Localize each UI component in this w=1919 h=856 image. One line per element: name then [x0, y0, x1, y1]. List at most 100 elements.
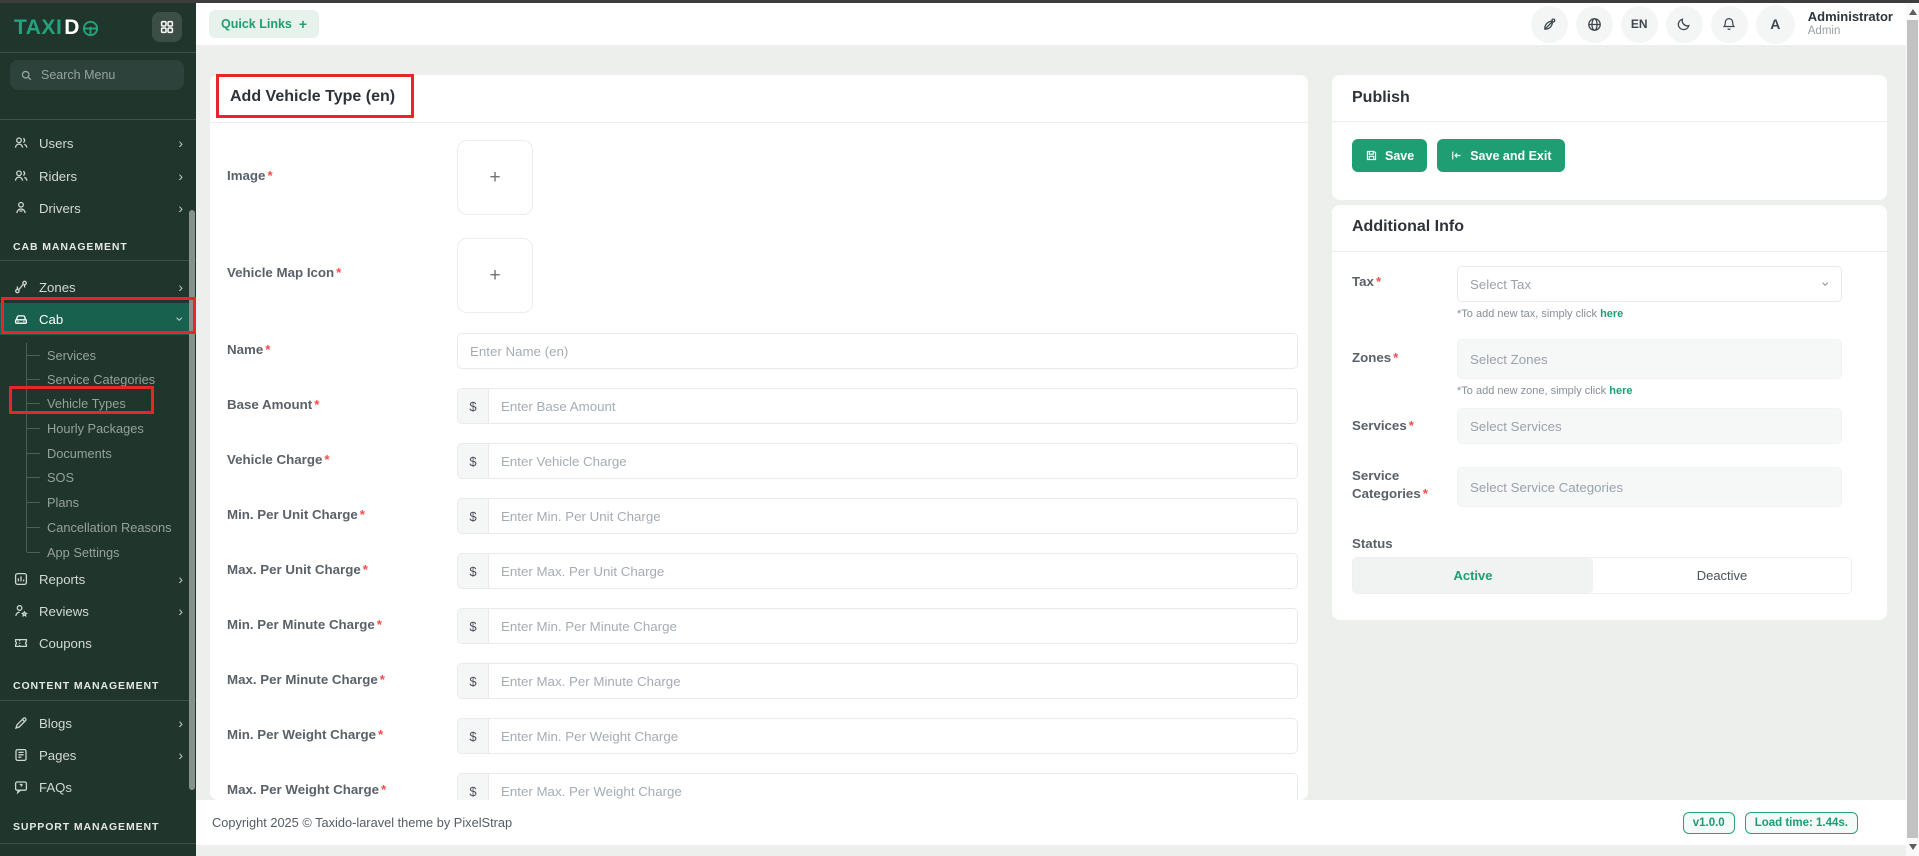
field-label-min-per-weight-charge: Min. Per Weight Charge* — [227, 727, 383, 742]
save-button[interactable]: Save — [1352, 139, 1427, 172]
max-per-minute-charge-field: $ — [457, 663, 1298, 699]
field-label-vehicle-charge: Vehicle Charge* — [227, 452, 330, 467]
section-title-content-management: CONTENT MANAGEMENT — [13, 680, 159, 692]
language-globe-button[interactable] — [1576, 6, 1613, 43]
sidebar-subitem-cancellation-reasons[interactable]: Cancellation Reasons — [0, 515, 196, 540]
sidebar-item-drivers[interactable]: Drivers › — [0, 192, 196, 224]
reports-icon — [13, 571, 29, 587]
status-active-label: Active — [1453, 568, 1492, 583]
sidebar-item-reports[interactable]: Reports › — [0, 563, 196, 595]
footer-badges: v1.0.0 Load time: 1.44s. — [1683, 812, 1858, 834]
max-per-minute-charge-input[interactable] — [489, 664, 1297, 698]
sidebar-item-label: Reviews — [39, 604, 89, 619]
arrow-left-to-line-icon — [1450, 149, 1463, 162]
min-per-weight-charge-input[interactable] — [489, 719, 1297, 753]
sidebar-subitem-sos[interactable]: SOS — [0, 465, 196, 490]
add-zone-link[interactable]: here — [1609, 385, 1632, 397]
card-divider — [1332, 251, 1887, 252]
name-input[interactable] — [458, 334, 1297, 368]
version-badge: v1.0.0 — [1683, 812, 1735, 834]
dark-mode-button[interactable] — [1666, 6, 1703, 43]
sidebar-subitem-plans[interactable]: Plans — [0, 490, 196, 515]
image-upload-box[interactable]: + — [457, 140, 533, 215]
sidebar-subitem-services[interactable]: Services — [0, 343, 196, 368]
customizer-button[interactable] — [1531, 6, 1568, 43]
status-toggle: Active Deactive — [1352, 557, 1852, 594]
sidebar-item-label: Riders — [39, 169, 77, 184]
chevron-right-icon: › — [178, 716, 183, 730]
bell-icon — [1721, 16, 1737, 32]
sidebar-item-pages[interactable]: Pages › — [0, 739, 196, 771]
sidebar-item-users[interactable]: Users › — [0, 127, 196, 159]
currency-prefix: $ — [458, 554, 489, 588]
sidebar-item-blogs[interactable]: Blogs › — [0, 707, 196, 739]
chevron-right-icon: › — [178, 280, 183, 294]
sidebar-subitem-app-settings[interactable]: App Settings — [0, 540, 196, 565]
sidebar-divider — [0, 119, 196, 120]
vehicle-map-icon-upload-box[interactable]: + — [457, 238, 533, 313]
header-actions: EN A Administrator Admin — [1531, 5, 1893, 44]
chevron-right-icon: › — [178, 572, 183, 586]
driver-icon — [13, 200, 29, 216]
window-scrollbar[interactable] — [1906, 3, 1919, 856]
sidebar-subitem-documents[interactable]: Documents — [0, 441, 196, 466]
sidebar-scrollbar-thumb[interactable] — [189, 210, 195, 790]
subitem-label: Plans — [47, 495, 79, 510]
publish-card: Publish Save Save and Exit — [1332, 75, 1887, 200]
riders-icon — [13, 168, 29, 184]
save-and-exit-button[interactable]: Save and Exit — [1437, 139, 1564, 172]
services-select-placeholder: Select Services — [1470, 419, 1562, 434]
language-code: EN — [1631, 17, 1648, 31]
sidebar-item-label: Blogs — [39, 716, 72, 731]
max-per-unit-charge-input[interactable] — [489, 554, 1297, 588]
plus-icon: + — [489, 265, 500, 287]
status-option-deactive[interactable]: Deactive — [1593, 558, 1851, 593]
avatar[interactable]: A — [1756, 5, 1795, 44]
sidebar-search[interactable]: Search Menu — [10, 60, 184, 90]
additional-info-card: Additional Info Tax* Select Tax › *To ad… — [1332, 205, 1887, 620]
tax-select-placeholder: Select Tax — [1470, 277, 1531, 292]
sidebar-item-faqs[interactable]: FAQs — [0, 771, 196, 803]
sidebar-item-reviews[interactable]: Reviews › — [0, 595, 196, 627]
zones-select[interactable]: Select Zones — [1457, 339, 1842, 379]
feather-icon — [1541, 16, 1558, 33]
sidebar-subitem-service-categories[interactable]: Service Categories — [0, 367, 196, 392]
vehicle-charge-field: $ — [457, 443, 1298, 479]
base-amount-input[interactable] — [489, 389, 1297, 423]
chevron-right-icon: › — [178, 136, 183, 150]
zones-icon — [13, 279, 29, 295]
sidebar-item-label: Users — [39, 136, 73, 151]
services-select[interactable]: Select Services — [1457, 408, 1842, 444]
currency-prefix: $ — [458, 664, 489, 698]
tax-select[interactable]: Select Tax › — [1457, 266, 1842, 302]
sidebar-collapse-button[interactable] — [152, 12, 182, 42]
add-tax-link[interactable]: here — [1600, 308, 1623, 320]
app-logo[interactable]: TAXID — [14, 12, 100, 44]
quick-links-button[interactable]: Quick Links + — [209, 10, 319, 38]
service-categories-select[interactable]: Select Service Categories — [1457, 467, 1842, 507]
notifications-button[interactable] — [1711, 6, 1748, 43]
language-button[interactable]: EN — [1621, 6, 1658, 43]
scroll-down-arrow[interactable] — [1909, 844, 1917, 850]
vehicle-charge-input[interactable] — [489, 444, 1297, 478]
min-per-minute-charge-input[interactable] — [489, 609, 1297, 643]
subitem-label: Hourly Packages — [47, 421, 144, 436]
field-label-max-per-minute-charge: Max. Per Minute Charge* — [227, 672, 385, 687]
sidebar-item-riders[interactable]: Riders › — [0, 160, 196, 192]
max-per-weight-charge-input[interactable] — [489, 774, 1297, 800]
min-per-unit-charge-input[interactable] — [489, 499, 1297, 533]
blogs-icon — [13, 715, 29, 731]
sidebar-subitem-hourly-packages[interactable]: Hourly Packages — [0, 416, 196, 441]
sidebar-item-coupons[interactable]: Coupons — [0, 627, 196, 659]
sidebar-subitem-vehicle-types[interactable]: Vehicle Types — [0, 391, 196, 416]
sidebar-item-zones[interactable]: Zones › — [0, 271, 196, 303]
scrollbar-thumb[interactable] — [1907, 20, 1918, 838]
app-window: TAXID Search Me — [0, 0, 1919, 856]
scroll-up-arrow[interactable] — [1909, 9, 1917, 15]
field-label-min-per-minute-charge: Min. Per Minute Charge* — [227, 617, 382, 632]
base-amount-field: $ — [457, 388, 1298, 424]
save-label: Save — [1385, 149, 1414, 163]
user-menu[interactable]: Administrator Admin — [1808, 9, 1893, 38]
sidebar-item-cab[interactable]: Cab › — [0, 303, 196, 335]
status-option-active[interactable]: Active — [1353, 558, 1593, 593]
